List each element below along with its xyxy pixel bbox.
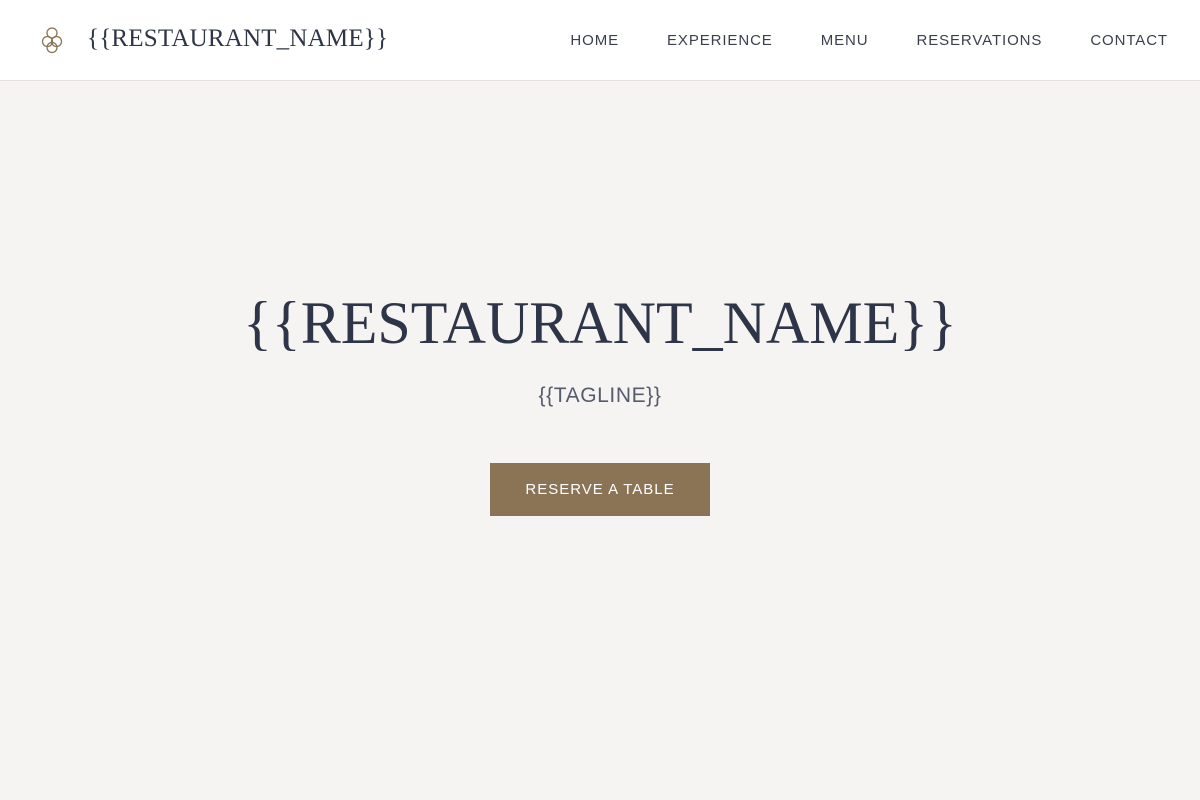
nav-item-reservations[interactable]: RESERVATIONS	[916, 32, 1042, 49]
flower-logo-icon	[40, 26, 64, 54]
nav-item-home[interactable]: HOME	[570, 32, 619, 49]
hero-section: {{RESTAURANT_NAME}} {{TAGLINE}} RESERVE …	[0, 81, 1200, 800]
hero-title: {{RESTAURANT_NAME}}	[243, 290, 957, 356]
main-nav: HOME EXPERIENCE MENU RESERVATIONS CONTAC…	[570, 0, 1168, 80]
site-header: {{RESTAURANT_NAME}} HOME EXPERIENCE MENU…	[0, 0, 1200, 81]
nav-item-experience[interactable]: EXPERIENCE	[667, 32, 773, 49]
nav-item-menu[interactable]: MENU	[821, 32, 869, 49]
reserve-table-button[interactable]: RESERVE A TABLE	[490, 463, 710, 516]
brand-name: {{RESTAURANT_NAME}}	[87, 25, 389, 52]
nav-item-contact[interactable]: CONTACT	[1090, 32, 1168, 49]
brand-home-link[interactable]: {{RESTAURANT_NAME}}	[40, 0, 388, 80]
hero-tagline: {{TAGLINE}}	[538, 384, 662, 407]
